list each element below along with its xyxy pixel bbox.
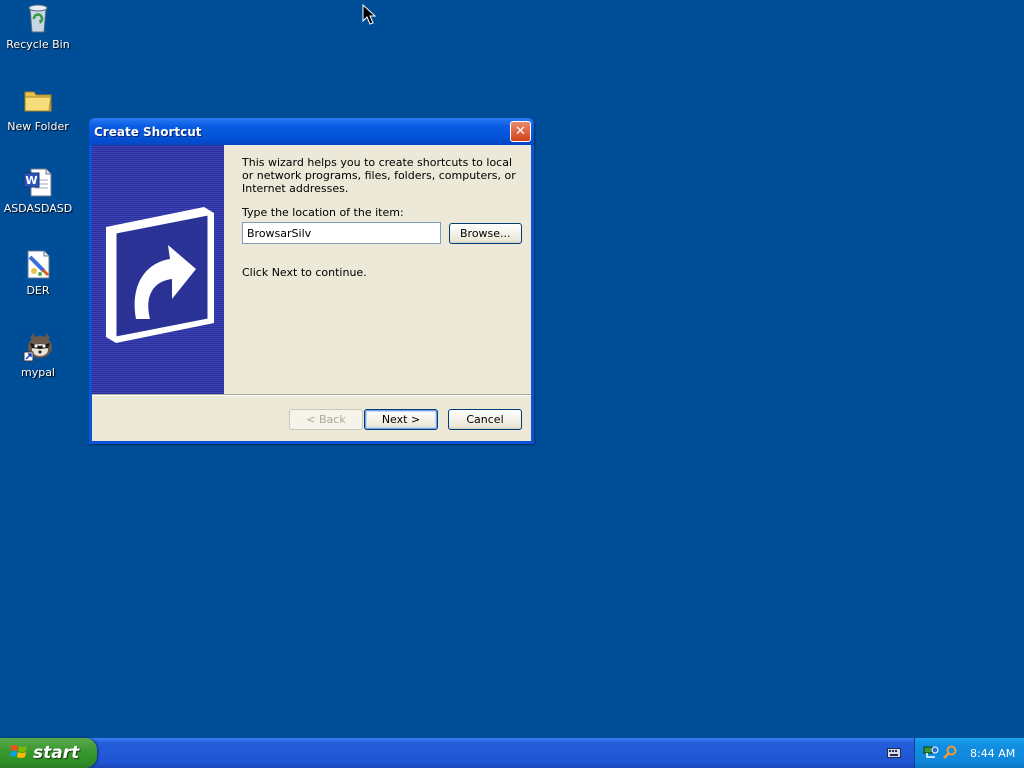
dialog-body: This wizard helps you to create shortcut… [92, 145, 531, 441]
location-label: Type the location of the item: [242, 206, 404, 219]
desktop-icon-label: DER [26, 284, 50, 297]
footer-divider [92, 394, 531, 396]
paint-image-icon [22, 248, 54, 280]
network-icon[interactable] [923, 744, 939, 763]
recycle-bin-icon [22, 2, 54, 34]
wizard-banner [92, 145, 224, 394]
keyboard-icon[interactable] [887, 747, 901, 762]
desktop-icon-der[interactable]: DER [0, 248, 76, 297]
cancel-button[interactable]: Cancel [448, 409, 522, 430]
next-button[interactable]: Next > [364, 409, 438, 430]
word-document-icon: W [22, 166, 54, 198]
folder-icon [22, 84, 54, 116]
close-icon: ✕ [515, 124, 526, 139]
desktop-icon-recycle-bin[interactable]: Recycle Bin [0, 2, 76, 51]
desktop-icon-label: mypal [20, 366, 55, 379]
windows-logo-icon [10, 743, 28, 764]
search-icon[interactable] [942, 744, 958, 763]
desktop-icon-label: Recycle Bin [6, 38, 70, 51]
mypal-browser-icon [22, 330, 54, 362]
create-shortcut-dialog: Create Shortcut ✕ This wizard helps you … [89, 118, 534, 444]
dialog-title: Create Shortcut [94, 124, 202, 139]
back-button[interactable]: < Back [289, 409, 363, 430]
dialog-titlebar[interactable]: Create Shortcut ✕ [89, 118, 534, 145]
browse-button[interactable]: Browse... [448, 222, 522, 244]
desktop-icon-label: New Folder [7, 120, 69, 133]
location-input[interactable] [242, 222, 441, 244]
desktop-icon-asdasdasd[interactable]: W ASDASDASD [0, 166, 76, 215]
intro-text: This wizard helps you to create shortcut… [242, 156, 516, 195]
taskbar: start 8:44 AM [0, 738, 1024, 768]
location-row: Browse... [242, 222, 522, 244]
desktop-icon-label: ASDASDASD [3, 202, 73, 215]
close-button[interactable]: ✕ [510, 121, 531, 142]
clock[interactable]: 8:44 AM [970, 747, 1015, 760]
system-tray: 8:44 AM [914, 738, 1024, 768]
desktop-icon-new-folder[interactable]: New Folder [0, 84, 76, 133]
mouse-cursor-icon [362, 3, 377, 29]
desktop-icon-mypal[interactable]: mypal [0, 330, 76, 379]
shortcut-arrow-icon [106, 207, 214, 343]
start-button[interactable]: start [0, 738, 97, 768]
start-label: start [33, 743, 80, 763]
wizard-content: This wizard helps you to create shortcut… [242, 156, 522, 279]
continue-text: Click Next to continue. [242, 266, 367, 279]
svg-text:W: W [25, 174, 37, 187]
